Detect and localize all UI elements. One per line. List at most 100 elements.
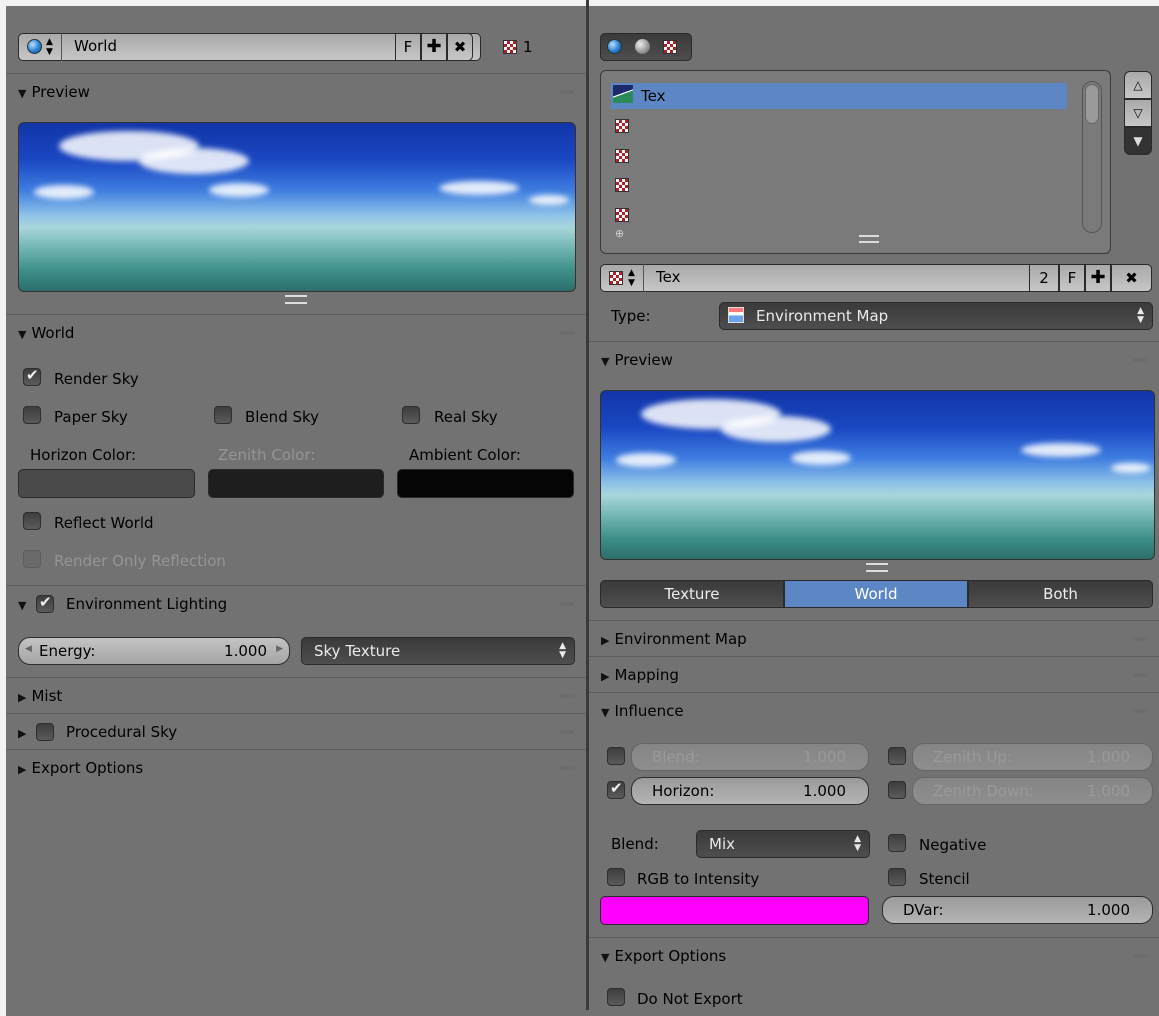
unlink-world-button[interactable]: ✖ [447, 33, 473, 61]
drag-grip-icon[interactable] [1133, 954, 1147, 958]
unlink-texture-button[interactable]: ✖ [1111, 264, 1152, 292]
texture-slot-row[interactable] [611, 145, 1067, 171]
dvar-field[interactable]: DVar: 1.000 [882, 896, 1153, 924]
environment-source-dropdown[interactable]: Sky Texture ▲ ▼ [301, 637, 575, 665]
horizon-color-swatch[interactable] [18, 469, 195, 498]
blend-influence-checkbox[interactable] [607, 747, 625, 765]
texture-type-dropdown[interactable]: Environment Map ▲ ▼ [719, 302, 1153, 330]
environment-map-title: Environment Map [614, 630, 747, 648]
fake-user-button[interactable]: F [1059, 264, 1085, 292]
zenith-color-swatch[interactable] [208, 469, 384, 498]
drag-grip-icon[interactable] [560, 331, 574, 335]
drag-grip-icon[interactable] [1133, 709, 1147, 713]
preview-panel-header[interactable]: ▼ Preview [6, 73, 586, 110]
render-sky-checkbox[interactable] [23, 366, 41, 386]
list-scrollbar[interactable] [1082, 81, 1102, 233]
expand-triangle-icon: ▼ [601, 355, 610, 368]
decrement-arrow-icon[interactable]: ◀ [25, 644, 32, 654]
real-sky-checkbox[interactable] [402, 406, 420, 424]
world-name-field[interactable]: World [61, 33, 396, 61]
blend-influence-label: Blend: [652, 748, 700, 766]
horizon-influence-field[interactable]: Horizon: 1.000 [631, 777, 869, 805]
texture-name-field[interactable]: Tex [643, 264, 1030, 292]
material-context-icon[interactable] [635, 39, 650, 54]
texture-checker-icon [609, 271, 623, 285]
tab-both[interactable]: Both [968, 580, 1153, 608]
stencil-checkbox[interactable] [888, 868, 906, 886]
preview-resize-handle-icon[interactable] [285, 295, 307, 304]
zenith-down-field[interactable]: Zenith Down: 1.000 [912, 777, 1153, 805]
texture-slot-row[interactable] [611, 204, 1067, 230]
browse-arrows-icon[interactable]: ▲ ▼ [628, 268, 635, 288]
negative-checkbox[interactable] [888, 834, 906, 852]
texture-type-value: Environment Map [756, 307, 889, 325]
horizon-influence-checkbox[interactable] [607, 779, 625, 799]
collapse-triangle-icon: ▶ [18, 763, 27, 776]
brush-context-icon[interactable] [663, 40, 677, 54]
do-not-export-checkbox[interactable] [607, 988, 625, 1006]
zenith-down-label: Zenith Down: [933, 782, 1034, 800]
influence-header[interactable]: ▼ Influence [589, 692, 1159, 729]
increment-arrow-icon[interactable]: ▶ [276, 644, 283, 654]
slot-specials-button[interactable]: ▼ [1124, 127, 1152, 155]
browse-arrows-icon[interactable]: ▲ ▼ [46, 37, 53, 57]
mapping-header[interactable]: ▶ Mapping [589, 656, 1159, 693]
energy-field[interactable]: ◀ Energy: 1.000 ▶ [18, 637, 290, 665]
drag-grip-icon[interactable] [560, 694, 574, 698]
export-options-title: Export Options [31, 759, 144, 777]
texture-preview-header[interactable]: ▼ Preview [589, 341, 1159, 378]
expand-triangle-icon: ▼ [601, 951, 610, 964]
add-slot-icon[interactable]: ⊕ [615, 227, 624, 240]
procedural-sky-checkbox[interactable] [36, 723, 54, 741]
list-resize-handle-icon[interactable] [859, 235, 879, 243]
world-context-icon[interactable] [607, 39, 622, 54]
rgb-to-intensity-checkbox[interactable] [607, 868, 625, 886]
procedural-sky-header[interactable]: ▶ Procedural Sky [6, 713, 586, 750]
blend-mode-dropdown[interactable]: Mix ▲ ▼ [696, 830, 870, 858]
world-preview-image [18, 122, 576, 292]
drag-grip-icon[interactable] [560, 730, 574, 734]
blend-influence-field[interactable]: Blend: 1.000 [631, 743, 869, 771]
texture-slot-row[interactable]: Tex [611, 83, 1067, 109]
texture-slot-label: Tex [641, 87, 666, 105]
environment-map-header[interactable]: ▶ Environment Map [589, 620, 1159, 657]
collapse-triangle-icon: ▶ [601, 670, 610, 683]
move-slot-up-button[interactable]: △ [1124, 71, 1152, 99]
paper-sky-checkbox[interactable] [23, 406, 41, 424]
drag-grip-icon[interactable] [560, 90, 574, 94]
zenith-down-checkbox[interactable] [888, 781, 906, 799]
blend-sky-checkbox[interactable] [214, 406, 232, 424]
new-texture-button[interactable]: ✚ [1085, 264, 1111, 292]
drag-grip-icon[interactable] [1133, 673, 1147, 677]
render-only-reflection-checkbox[interactable] [23, 550, 41, 568]
drag-grip-icon[interactable] [1133, 637, 1147, 641]
mist-panel-header[interactable]: ▶ Mist [6, 677, 586, 714]
drag-grip-icon[interactable] [560, 602, 574, 606]
texture-users-button[interactable]: 2 [1029, 264, 1059, 292]
new-world-button[interactable]: ✚ [421, 33, 447, 61]
move-slot-down-button[interactable]: ▽ [1124, 99, 1152, 127]
drag-grip-icon[interactable] [560, 766, 574, 770]
environment-lighting-checkbox[interactable] [36, 593, 54, 613]
collapse-triangle-icon: ▶ [18, 727, 27, 740]
environment-lighting-header[interactable]: ▼ Environment Lighting [6, 585, 586, 622]
drag-grip-icon[interactable] [1133, 358, 1147, 362]
world-datablock-selector[interactable]: ▲ ▼ World F ✚ ✖ [18, 33, 481, 61]
texture-slot-row[interactable] [611, 174, 1067, 200]
real-sky-label: Real Sky [434, 408, 498, 426]
texture-datablock-selector[interactable]: ▲ ▼ Tex 2 F ✚ ✖ [600, 264, 1152, 292]
world-panel-header[interactable]: ▼ World [6, 314, 586, 351]
ambient-color-swatch[interactable] [397, 469, 574, 498]
texture-export-options-header[interactable]: ▼ Export Options [589, 937, 1159, 974]
zenith-up-checkbox[interactable] [888, 747, 906, 765]
tab-world[interactable]: World [784, 580, 968, 608]
export-options-header[interactable]: ▶ Export Options [6, 749, 586, 786]
preview-resize-handle-icon[interactable] [866, 563, 888, 572]
tab-texture[interactable]: Texture [600, 580, 784, 608]
fake-user-button[interactable]: F [395, 33, 421, 61]
influence-color-swatch[interactable] [600, 896, 869, 925]
horizon-influence-label: Horizon: [652, 782, 715, 800]
zenith-up-field[interactable]: Zenith Up: 1.000 [912, 743, 1153, 771]
texture-slot-row[interactable] [611, 115, 1067, 141]
reflect-world-checkbox[interactable] [23, 512, 41, 530]
